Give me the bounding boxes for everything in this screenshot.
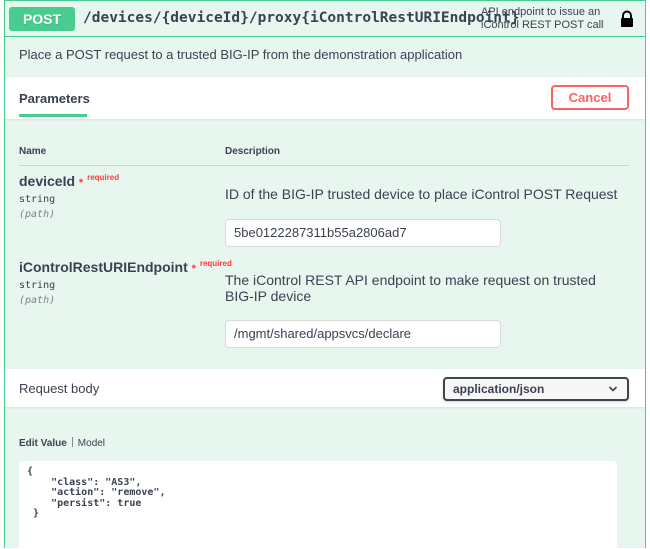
deviceid-input[interactable]: 5be0122287311b55a2806ad7: [225, 219, 501, 247]
body-tabs: Edit Value Model: [19, 437, 105, 449]
request-body-title: Request body: [19, 381, 100, 396]
cancel-button[interactable]: Cancel: [551, 85, 629, 110]
column-header-description: Description: [225, 146, 281, 157]
request-body-header: Request body application/json: [5, 369, 645, 407]
endpoint-input[interactable]: /mgmt/shared/appsvcs/declare: [225, 320, 501, 348]
required-star: *: [191, 263, 196, 275]
required-label: required: [87, 173, 120, 182]
method-badge: POST: [9, 7, 75, 31]
content-type-select[interactable]: application/json: [443, 377, 629, 401]
param-type: string: [19, 280, 56, 291]
tab-parameters[interactable]: Parameters: [19, 91, 90, 106]
operation-summary[interactable]: POST /devices/{deviceId}/proxy{iControlR…: [5, 1, 645, 37]
header-divider: [19, 165, 629, 166]
param-location: (path): [19, 209, 56, 220]
tab-model[interactable]: Model: [78, 438, 105, 449]
tab-divider: [71, 437, 73, 447]
param-type: string: [19, 194, 56, 205]
request-body-editor[interactable]: { "class": "AS3", "action": "remove", "p…: [19, 461, 617, 549]
chevron-down-icon: [608, 386, 618, 392]
param-name-text: iControlRestURIEndpoint: [19, 259, 188, 275]
param-name-icontrolresturiendpoint: iControlRestURIEndpoint * required: [19, 259, 232, 275]
tab-active-indicator: [19, 114, 87, 117]
content-type-value: application/json: [453, 382, 545, 396]
operation-path: /devices/{deviceId}/proxy{iControlRestUR…: [83, 10, 520, 26]
parameters-header: Parameters Cancel: [5, 77, 645, 119]
lock-icon[interactable]: [619, 10, 635, 28]
param-description: ID of the BIG-IP trusted device to place…: [225, 186, 618, 202]
column-header-name: Name: [19, 146, 47, 157]
required-label: required: [199, 259, 232, 268]
param-name-deviceid: deviceId * required: [19, 173, 119, 189]
required-star: *: [78, 177, 84, 189]
param-location: (path): [19, 295, 56, 306]
operation-description: Place a POST request to a trusted BIG-IP…: [19, 47, 463, 62]
operation-summary-text: API endpoint to issue an iControl REST P…: [481, 6, 604, 31]
tab-edit-value[interactable]: Edit Value: [19, 438, 67, 449]
param-name-text: deviceId: [19, 173, 76, 189]
param-description: The iControl REST API endpoint to make r…: [225, 272, 596, 304]
operation-block: POST /devices/{deviceId}/proxy{iControlR…: [4, 0, 646, 549]
